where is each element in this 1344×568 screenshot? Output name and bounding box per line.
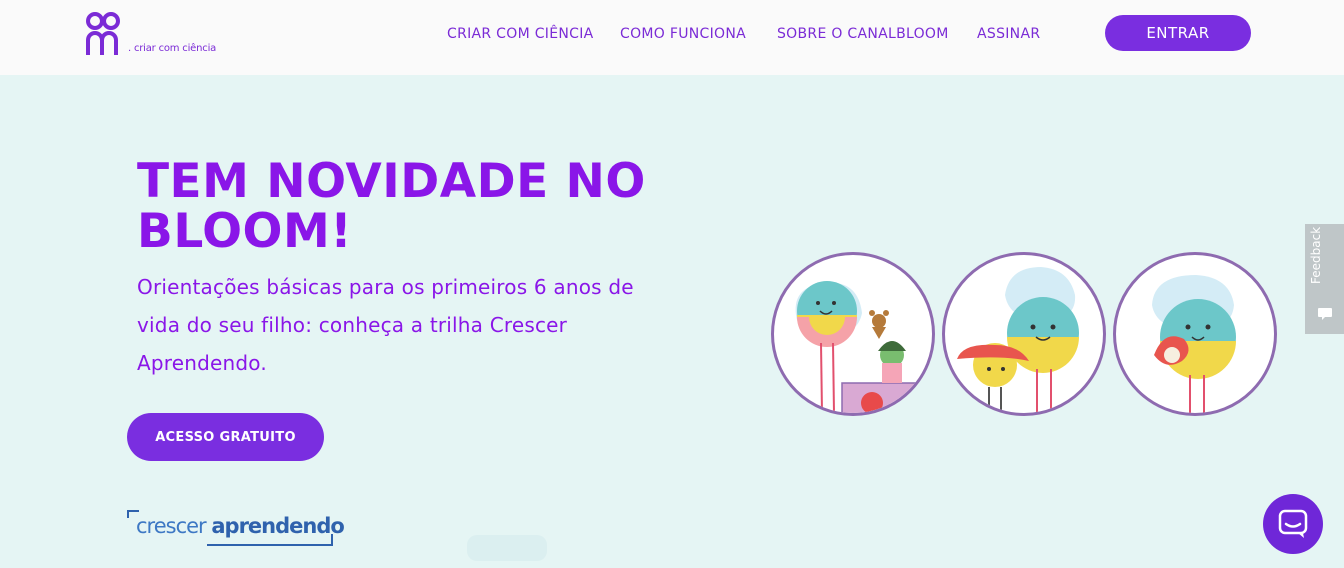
chat-widget-button[interactable] (1263, 494, 1323, 554)
illustration-child-playing (771, 252, 935, 416)
illustration-parent-hugging-child (942, 252, 1106, 416)
free-access-button[interactable]: ACESSO GRATUITO (127, 413, 324, 461)
nav-assinar[interactable]: ASSINAR (977, 26, 1040, 42)
chat-bubble-icon (1318, 308, 1332, 320)
illustration-parent-with-baby (1113, 252, 1277, 416)
site-header: . criar com ciência CRIAR COM CIÊNCIA CO… (0, 0, 1344, 75)
logo-part-aprendendo: aprendendo (211, 514, 344, 538)
logo-part-crescer: crescer (136, 514, 212, 538)
logo-tagline: . criar com ciência (128, 43, 217, 54)
chat-icon (1278, 509, 1308, 538)
nav-criar-com-ciencia[interactable]: CRIAR COM CIÊNCIA (447, 26, 594, 42)
crescer-aprendendo-logo: crescer aprendendo (127, 508, 345, 550)
bloom-logo[interactable]: . criar com ciência (86, 12, 216, 58)
login-button[interactable]: ENTRAR (1105, 15, 1251, 51)
hero-title: TEM NOVIDADE NO BLOOM! (137, 154, 646, 259)
hero-subtitle: Orientações básicas para os primeiros 6 … (137, 275, 634, 375)
faded-button (467, 535, 547, 561)
nav-como-funciona[interactable]: COMO FUNCIONA (620, 26, 746, 42)
nav-sobre-canalbloom[interactable]: SOBRE O CANALBLOOM (777, 26, 949, 42)
feedback-label: Feedback (1309, 226, 1323, 284)
feedback-tab[interactable]: Feedback (1305, 224, 1344, 334)
